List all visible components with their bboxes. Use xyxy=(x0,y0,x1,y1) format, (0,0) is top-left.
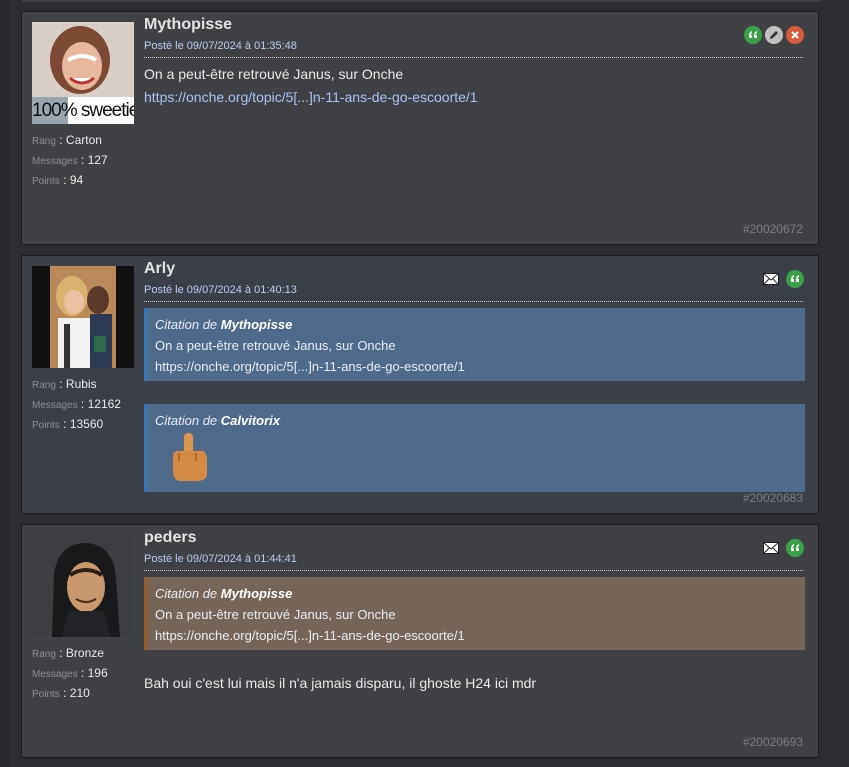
rank-label: Rang xyxy=(32,380,56,391)
mail-icon[interactable] xyxy=(763,542,779,554)
post-id[interactable]: #20020683 xyxy=(743,491,803,505)
user-stats: Rang : Bronze Messages : 196 Points : 21… xyxy=(32,646,108,700)
avatar[interactable] xyxy=(32,535,134,637)
rank-value: Carton xyxy=(65,133,102,147)
quote-text: On a peut-être retrouvé Janus, sur Onche xyxy=(155,607,396,622)
points-value: 94 xyxy=(69,173,84,187)
messages-label: Messages xyxy=(32,669,78,680)
post-actions xyxy=(744,26,804,44)
previous-post-edge xyxy=(22,0,821,2)
points-label: Points xyxy=(32,176,60,187)
rank-label: Rang xyxy=(32,649,56,660)
post-actions xyxy=(763,539,804,557)
quote-link[interactable]: https://onche.org/topic/5[...]n-11-ans-d… xyxy=(155,625,805,646)
header-separator xyxy=(144,570,803,571)
rank-value: Rubis xyxy=(65,377,97,391)
forum-post: Rang : Rubis Messages : 12162 Points : 1… xyxy=(21,255,819,514)
post-id[interactable]: #20020672 xyxy=(743,222,803,236)
post-actions xyxy=(763,270,804,288)
quote-text: On a peut-être retrouvé Janus, sur Onche xyxy=(155,338,396,353)
quote-icon[interactable] xyxy=(786,270,804,288)
post-text: Bah oui c'est lui mais il n'a jamais dis… xyxy=(144,675,537,691)
quote-header: Citation de Calvitorix xyxy=(155,413,281,428)
post-id[interactable]: #20020693 xyxy=(743,735,803,749)
user-stats: Rang : Carton Messages : 127 Points : 94 xyxy=(32,133,108,187)
avatar[interactable]: 100% sweetie xyxy=(32,22,134,124)
post-link[interactable]: https://onche.org/topic/5[...]n-11-ans-d… xyxy=(144,89,478,105)
post-author[interactable]: Mythopisse xyxy=(144,16,232,34)
post-author[interactable]: Arly xyxy=(144,260,175,278)
avatar-caption: 100% sweetie xyxy=(32,100,134,121)
middle-finger-sticker xyxy=(173,433,207,481)
post-text: On a peut-être retrouvé Janus, sur Onche xyxy=(144,66,404,82)
header-separator xyxy=(144,301,803,302)
quote-icon[interactable] xyxy=(744,26,762,44)
post-date: Posté le 09/07/2024 à 01:44:41 xyxy=(144,553,297,565)
points-value: 210 xyxy=(69,686,90,700)
page-right-gutter xyxy=(832,0,849,767)
points-label: Points xyxy=(32,420,60,431)
quote-link[interactable]: https://onche.org/topic/5[...]n-11-ans-d… xyxy=(155,356,805,377)
delete-icon[interactable] xyxy=(786,26,804,44)
post-author[interactable]: peders xyxy=(144,529,196,547)
quote-author[interactable]: Mythopisse xyxy=(221,586,293,601)
quote-header: Citation de Mythopisse xyxy=(155,586,293,601)
header-separator xyxy=(144,57,803,58)
quote-block: Citation de Mythopisse On a peut-être re… xyxy=(144,577,805,650)
messages-value: 196 xyxy=(87,666,108,680)
rank-value: Bronze xyxy=(65,646,104,660)
messages-value: 12162 xyxy=(87,397,121,411)
forum-post: 100% sweetie Rang : Carton Messages : 12… xyxy=(21,11,819,245)
rank-label: Rang xyxy=(32,136,56,147)
points-value: 13560 xyxy=(69,417,104,431)
forum-post: Rang : Bronze Messages : 196 Points : 21… xyxy=(21,524,819,758)
user-stats: Rang : Rubis Messages : 12162 Points : 1… xyxy=(32,377,121,431)
post-date: Posté le 09/07/2024 à 01:35:48 xyxy=(144,40,297,52)
edit-icon[interactable] xyxy=(765,26,783,44)
quote-icon[interactable] xyxy=(786,539,804,557)
avatar[interactable] xyxy=(32,266,134,368)
messages-label: Messages xyxy=(32,156,78,167)
quote-author[interactable]: Calvitorix xyxy=(221,413,280,428)
page-left-gutter xyxy=(0,0,10,767)
points-label: Points xyxy=(32,689,60,700)
quote-author[interactable]: Mythopisse xyxy=(221,317,293,332)
messages-value: 127 xyxy=(87,153,108,167)
post-date: Posté le 09/07/2024 à 01:40:13 xyxy=(144,284,297,296)
quote-header: Citation de Mythopisse xyxy=(155,317,293,332)
quote-block: Citation de Calvitorix xyxy=(144,404,805,492)
messages-label: Messages xyxy=(32,400,78,411)
quote-block: Citation de Mythopisse On a peut-être re… xyxy=(144,308,805,381)
mail-icon[interactable] xyxy=(763,273,779,285)
